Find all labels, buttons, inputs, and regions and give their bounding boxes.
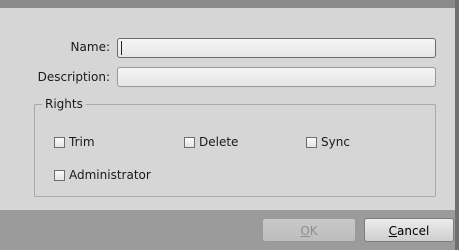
cancel-button[interactable]: Cancel [364,218,454,242]
text-caret [121,41,122,55]
checkbox-box[interactable] [306,136,317,148]
delete-checkbox[interactable]: Delete [184,135,238,149]
name-label: Name: [70,40,110,54]
window-edge [455,0,459,250]
name-input[interactable] [117,38,436,58]
delete-checkbox-label: Delete [199,135,239,149]
checkbox-box[interactable] [184,136,195,148]
checkbox-box[interactable] [54,169,65,181]
rights-groupbox [34,104,436,197]
checkbox-box[interactable] [54,136,65,148]
description-input[interactable] [117,67,436,87]
dialog-window: Name: Description: Rights Trim Delete Sy… [0,0,459,250]
administrator-checkbox-label: Administrator [69,168,151,182]
ok-button[interactable]: OK [262,218,356,242]
sync-checkbox[interactable]: Sync [306,135,350,149]
trim-checkbox[interactable]: Trim [54,135,95,149]
sync-checkbox-label: Sync [321,135,350,149]
rights-group-title: Rights [42,97,86,111]
description-label: Description: [37,70,110,84]
title-strip [0,0,459,8]
trim-checkbox-label: Trim [69,135,95,149]
administrator-checkbox[interactable]: Administrator [54,168,151,182]
